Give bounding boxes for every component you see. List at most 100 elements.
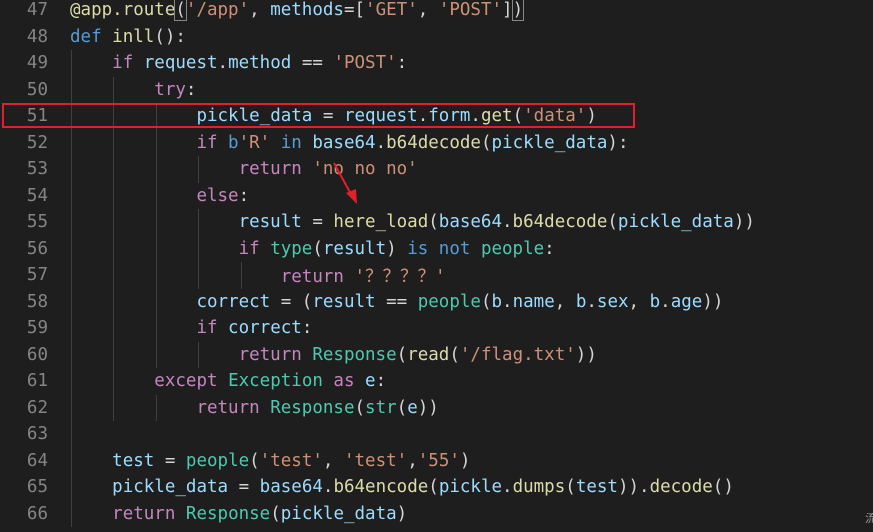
code-line[interactable]: 55 result = here_load(base64.b64decode(p… — [0, 209, 873, 236]
code-token: return — [238, 344, 313, 365]
code-line[interactable]: 58 correct = (result == people(b.name, b… — [0, 289, 873, 316]
code-token: in — [270, 132, 313, 153]
code-line[interactable]: 64 test = people('test', 'test','55') — [0, 448, 873, 475]
code-token: '/app' — [185, 0, 250, 21]
code-line[interactable]: 53 return 'no no no' — [0, 156, 873, 183]
code-token: b — [575, 291, 587, 312]
code-token: . — [470, 106, 481, 127]
code-line[interactable]: 59 if correct: — [0, 315, 873, 342]
code-line[interactable]: 57 return '？？？？' — [0, 262, 873, 289]
code-token: people — [185, 450, 250, 471]
code-line[interactable]: 56 if type(result) is not people: — [0, 236, 873, 263]
code-line[interactable]: 48 def inll(): — [0, 24, 873, 51]
code-token: if — [238, 238, 271, 259]
code-token: Response — [270, 397, 355, 418]
code-token: is not — [407, 238, 481, 259]
indent-guide — [113, 341, 115, 368]
code-token: . — [502, 212, 513, 233]
indent-guide — [71, 341, 72, 368]
code-token: 'R' — [238, 132, 271, 153]
line-number: 55 — [26, 212, 48, 233]
code-token: ( — [428, 212, 439, 233]
code-token: == — [291, 53, 334, 74]
code-token: ( — [512, 106, 524, 127]
code-token: , — [249, 0, 271, 21]
code-token: . — [586, 291, 597, 312]
indent-guide — [155, 209, 157, 236]
code-text: else: — [70, 186, 249, 206]
code-token: ) — [586, 106, 597, 127]
line-number: 61 — [26, 371, 48, 392]
line-number: 64 — [26, 450, 48, 471]
indent-guide — [71, 76, 72, 103]
code-token: '/flag.txt' — [459, 344, 576, 365]
code-token: age — [670, 291, 703, 312]
code-token: )) — [702, 291, 724, 312]
code-line[interactable]: 63 — [0, 421, 873, 448]
code-token: 'POST' — [438, 0, 503, 21]
code-token: def — [70, 26, 113, 47]
code-line[interactable]: 62 return Response(str(e)) — [0, 395, 873, 422]
code-text: def inll(): — [70, 27, 186, 47]
code-text: except Exception as e: — [70, 371, 386, 391]
indent-guide — [155, 341, 157, 368]
code-token: : — [544, 238, 555, 259]
code-token: ( — [565, 477, 576, 498]
code-editor[interactable]: 47 @app.route('/app', methods=['GET', 'PO… — [0, 0, 873, 532]
code-line[interactable]: 66 return Response(pickle_data) — [0, 501, 873, 528]
indent-guide — [155, 156, 157, 183]
code-token: Exception — [228, 371, 323, 392]
code-token: correct — [228, 318, 302, 339]
code-token: ) — [386, 238, 408, 259]
code-token: request — [143, 53, 218, 74]
code-token: ) — [459, 450, 471, 471]
code-token: b64encode — [333, 477, 429, 498]
code-line[interactable]: 50 try: — [0, 77, 873, 104]
code-token: pickle_data — [617, 212, 734, 233]
code-text: pickle_data = base64.b64encode(pickle.du… — [70, 477, 734, 497]
corner-watermark: 流 — [865, 513, 873, 524]
line-number: 57 — [26, 265, 48, 286]
indent-guide — [198, 156, 200, 183]
code-token: b64decode — [512, 212, 608, 233]
line-number: 49 — [26, 53, 48, 74]
code-line[interactable]: 47 @app.route('/app', methods=['GET', 'PO… — [0, 0, 873, 24]
code-line[interactable]: 65 pickle_data = base64.b64encode(pickle… — [0, 474, 873, 501]
indent-guide — [71, 421, 72, 448]
code-line[interactable]: 51 pickle_data = request.form.get('data'… — [0, 103, 873, 130]
code-token: . — [375, 132, 387, 153]
code-line[interactable]: 54 else: — [0, 183, 873, 210]
code-line[interactable]: 60 return Response(read('/flag.txt')) — [0, 342, 873, 369]
indent-guide — [71, 50, 72, 77]
indent-guide — [71, 209, 72, 236]
code-token: , — [407, 450, 418, 471]
code-token: 'POST' — [333, 53, 397, 74]
line-number: 63 — [26, 424, 48, 445]
code-token: inll — [112, 26, 155, 47]
line-number: 60 — [26, 344, 48, 365]
indent-guide — [71, 156, 72, 183]
code-token: dumps — [512, 477, 566, 498]
code-token: pickle — [438, 477, 503, 498]
code-line[interactable]: 61 except Exception as e: — [0, 368, 873, 395]
indent-guide — [113, 209, 115, 236]
code-token: 'GET' — [365, 0, 418, 21]
code-text: return Response(read('/flag.txt')) — [70, 345, 597, 365]
code-token: test — [112, 450, 155, 471]
code-token: base64 — [259, 477, 323, 498]
indent-guide — [113, 129, 115, 156]
code-token: read — [407, 344, 450, 365]
code-token: () — [712, 477, 734, 498]
code-token: people — [480, 238, 545, 259]
code-text: if request.method == 'POST': — [70, 53, 407, 73]
code-line[interactable]: 52 if b'R' in base64.b64decode(pickle_da… — [0, 130, 873, 157]
code-token: = — [154, 450, 186, 471]
code-line[interactable]: 49 if request.method == 'POST': — [0, 50, 873, 77]
indent-guide — [71, 315, 72, 342]
indent-guide — [113, 235, 115, 262]
